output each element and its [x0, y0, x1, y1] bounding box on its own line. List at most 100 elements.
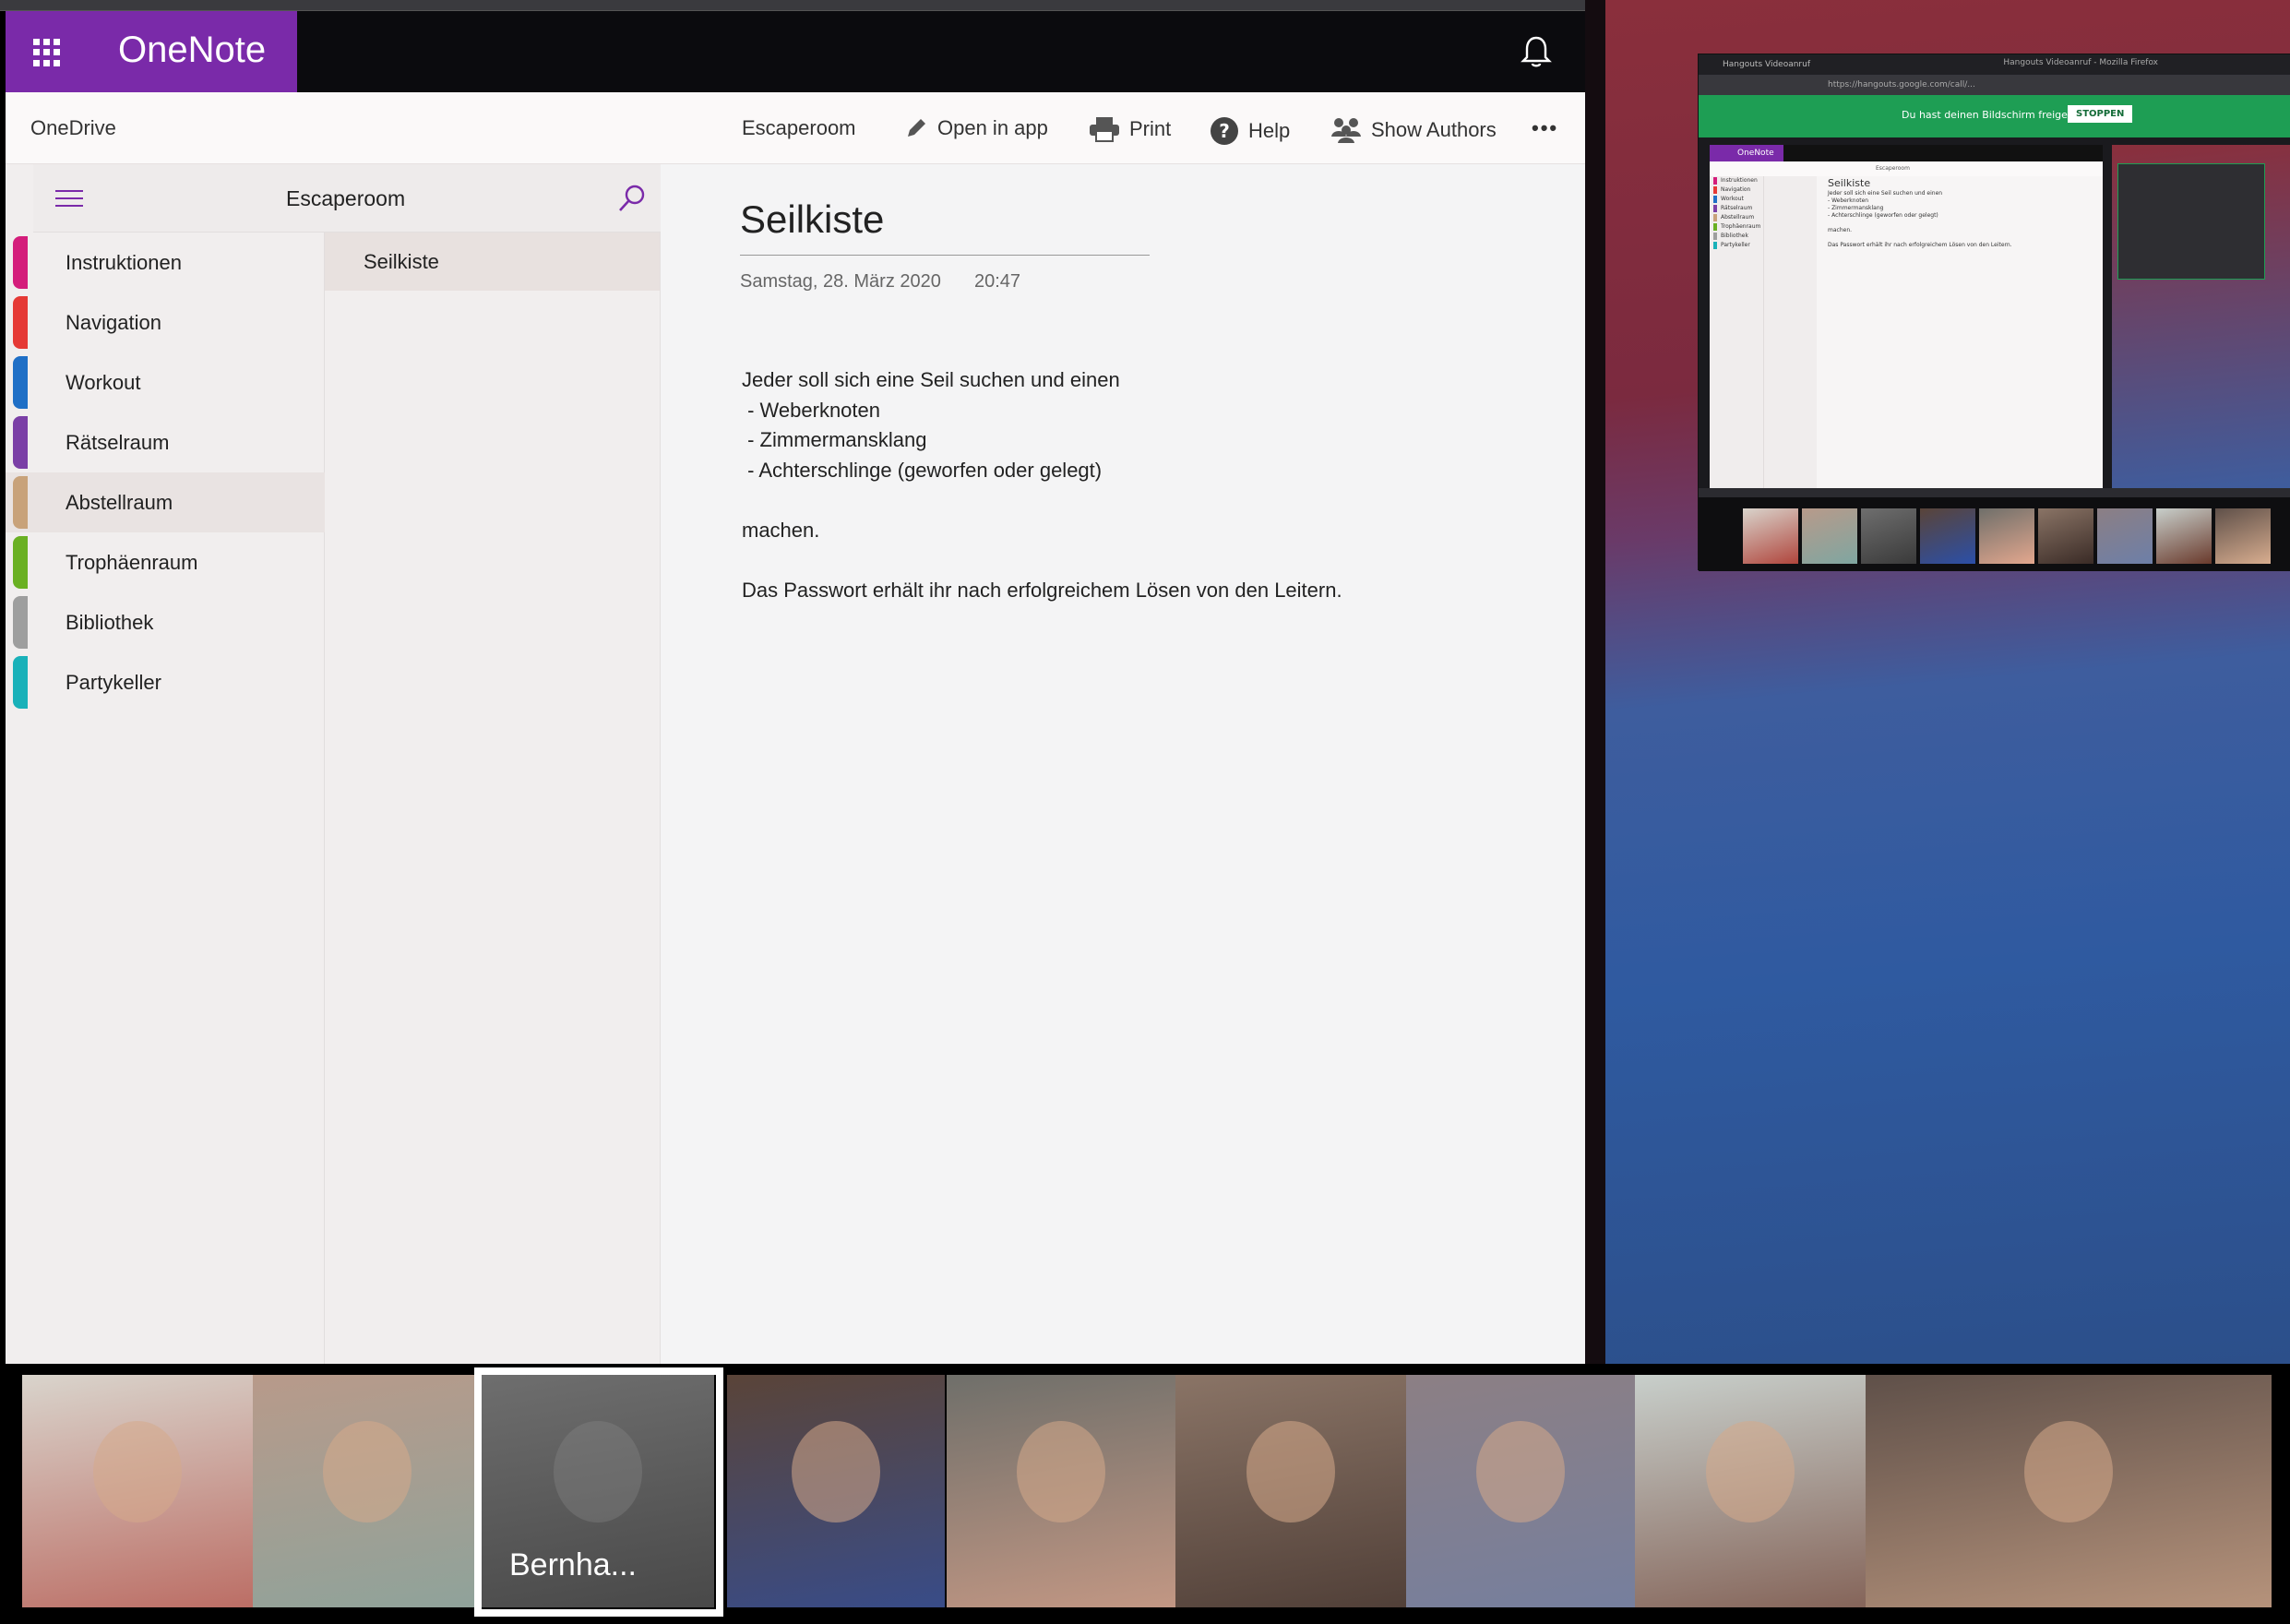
section-item[interactable]: Abstellraum: [6, 472, 325, 532]
participant-tile[interactable]: [727, 1375, 945, 1607]
participant-tile[interactable]: [947, 1375, 1175, 1607]
title-divider: [740, 255, 1150, 256]
participant-tile[interactable]: [1866, 1375, 2272, 1607]
body-line: Das Passwort erhält ihr nach erfolgreich…: [742, 578, 1342, 602]
mini-participant-thumb: [2038, 508, 2093, 564]
mini-section-tab: [1713, 186, 1717, 194]
body-line: machen.: [742, 518, 820, 542]
help-label: Help: [1248, 119, 1291, 142]
mini-section-item: Rätselraum: [1710, 204, 1763, 213]
mini-section-tab: [1713, 214, 1717, 221]
body-line: - Zimmermansklang: [742, 428, 927, 451]
section-item[interactable]: Trophäenraum: [6, 532, 325, 592]
body-line: [742, 485, 1342, 516]
app-title: OneNote: [118, 30, 267, 70]
mini-onenote: OneNote Escaperoom Instruktionen Navigati…: [1710, 145, 2103, 488]
bell-icon[interactable]: [1521, 35, 1552, 68]
app-launcher-icon[interactable]: [33, 39, 61, 66]
section-list: Instruktionen Navigation Workout Rätselraum…: [6, 233, 325, 712]
desktop-edge: [1585, 0, 1605, 1364]
section-label: Rätselraum: [66, 431, 170, 454]
section-item[interactable]: Rätselraum: [6, 412, 325, 472]
participant-video: [323, 1421, 411, 1522]
page-time: 20:47: [974, 271, 1021, 292]
page-body[interactable]: Jeder soll sich eine Seil suchen und ein…: [742, 365, 1342, 605]
mini-participant-thumb: [2097, 508, 2153, 564]
mini-content: OneNote Escaperoom Instruktionen Navigati…: [1699, 137, 2290, 488]
section-item[interactable]: Workout: [6, 352, 325, 412]
participant-video: [2024, 1421, 2113, 1522]
hamburger-icon[interactable]: [55, 190, 83, 209]
mini-page-body: Jeder soll sich eine Seil suchen und ein…: [1828, 190, 2095, 249]
print-label: Print: [1129, 117, 1172, 140]
section-label: Workout: [66, 371, 141, 394]
notebook-breadcrumb[interactable]: Escaperoom: [742, 116, 856, 140]
section-item[interactable]: Bibliothek: [6, 592, 325, 652]
participant-tile[interactable]: [22, 1375, 253, 1607]
participant-tile[interactable]: [253, 1375, 482, 1607]
stop-sharing-button[interactable]: STOPPEN: [2068, 105, 2133, 123]
show-authors-label: Show Authors: [1371, 118, 1497, 141]
participant-video: [1017, 1421, 1105, 1522]
print-button[interactable]: Print: [1089, 116, 1171, 142]
mini-section-label: Navigation: [1721, 186, 1751, 193]
mini-section-tab: [1713, 196, 1717, 203]
mini-section-item: Workout: [1710, 195, 1763, 204]
section-item[interactable]: Partykeller: [6, 652, 325, 712]
mini-body-line: - Achterschlinge (geworfen oder gelegt): [1828, 212, 1938, 219]
section-color-tab: [13, 536, 28, 589]
body-line: - Weberknoten: [742, 398, 881, 422]
section-label: Instruktionen: [66, 251, 182, 274]
pencil-icon: [908, 119, 925, 137]
mini-section-label: Instruktionen: [1721, 177, 1758, 184]
open-in-app-button[interactable]: Open in app: [904, 116, 1048, 140]
page-title[interactable]: Seilkiste: [740, 197, 884, 242]
participant-tile[interactable]: [1406, 1375, 1635, 1607]
section-color-tab: [13, 596, 28, 649]
mini-section-label: Rätselraum: [1721, 205, 1753, 211]
body-line: [742, 545, 1342, 576]
onedrive-link[interactable]: OneDrive: [30, 116, 116, 140]
mini-section-item: Instruktionen: [1710, 176, 1763, 185]
mini-participant-thumb: [1920, 508, 1975, 564]
section-color-tab: [13, 416, 28, 469]
help-button[interactable]: ? Help: [1210, 116, 1290, 146]
mini-nested-screen: [2112, 145, 2290, 488]
mini-section-item: Partykeller: [1710, 241, 1763, 250]
mini-body-line: [1828, 234, 2095, 242]
active-speaker-frame: [474, 1367, 723, 1617]
page-item[interactable]: Seilkiste: [325, 233, 660, 291]
participant-tile[interactable]: [1175, 1375, 1406, 1607]
page-date: Samstag, 28. März 2020: [740, 271, 941, 292]
mini-url-bar[interactable]: https://hangouts.google.com/call/...: [1699, 75, 2290, 95]
mini-tab[interactable]: Hangouts Videoanruf: [1699, 54, 2290, 75]
participant-strip: Bernha...: [0, 1364, 2290, 1624]
search-icon[interactable]: [616, 183, 648, 214]
mini-section-item: Bibliothek: [1710, 232, 1763, 241]
participant-video: [1706, 1421, 1795, 1522]
mini-page-title: Seilkiste: [1828, 177, 1871, 189]
section-label: Bibliothek: [66, 611, 154, 634]
help-icon: ?: [1211, 117, 1238, 145]
shared-screen-window[interactable]: Hangouts Videoanruf Hangouts Videoanruf …: [1698, 54, 2290, 571]
mini-window-title: Hangouts Videoanruf - Mozilla Firefox: [2003, 58, 2158, 67]
section-label: Partykeller: [66, 671, 161, 694]
show-authors-button[interactable]: Show Authors: [1330, 116, 1497, 144]
page-canvas[interactable]: Seilkiste Samstag, 28. März 2020 20:47 J…: [661, 164, 1585, 1364]
mini-section-tab: [1713, 205, 1717, 212]
section-item[interactable]: Navigation: [6, 293, 325, 352]
participant-video: [792, 1421, 880, 1522]
more-options-button[interactable]: •••: [1532, 116, 1558, 140]
mini-section-label: Workout: [1721, 196, 1744, 202]
participant-tile[interactable]: [1635, 1375, 1866, 1607]
mini-section-label: Trophäenraum: [1721, 223, 1761, 230]
mini-onenote-commands: Escaperoom: [1710, 161, 2103, 176]
mini-section-item: Navigation: [1710, 185, 1763, 195]
notebook-breadcrumb-label: Escaperoom: [742, 116, 856, 139]
page-list: Seilkiste: [325, 233, 660, 291]
mini-canvas: Seilkiste Jeder soll sich eine Seil such…: [1828, 177, 2095, 249]
section-item[interactable]: Instruktionen: [6, 233, 325, 293]
participant-video: [1476, 1421, 1565, 1522]
mini-participant-thumb: [2156, 508, 2212, 564]
mini-body-line: [1828, 220, 2095, 227]
